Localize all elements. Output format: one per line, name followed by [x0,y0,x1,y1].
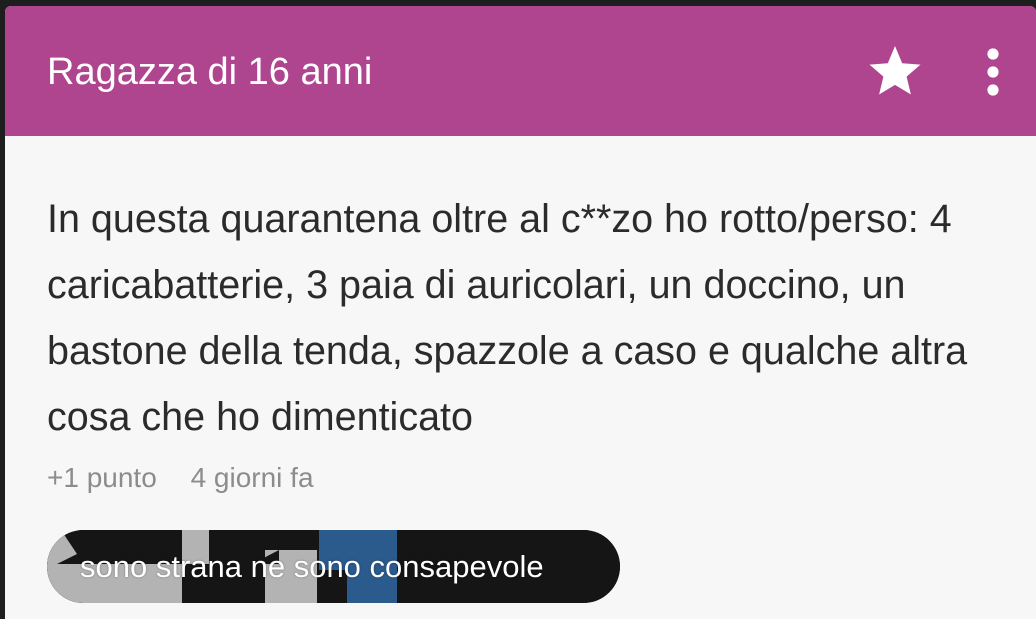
post-title: Ragazza di 16 anni [47,51,373,93]
points-label[interactable]: +1 punto [47,462,157,493]
post-header: Ragazza di 16 anni [5,6,1036,136]
more-vertical-icon[interactable] [975,46,1011,98]
tag-label: sono strana ne sono consapevole [80,549,544,584]
post-card: Ragazza di 16 anni In questa quarantena … [5,6,1036,619]
tag-chip[interactable]: sono strana ne sono consapevole [47,530,620,603]
star-icon[interactable] [867,44,923,98]
post-body-text: In questa quarantena oltre al c**zo ho r… [47,197,968,439]
timestamp: 4 giorni fa [190,462,314,493]
post-meta: +1 punto 4 giorni fa [47,461,314,495]
